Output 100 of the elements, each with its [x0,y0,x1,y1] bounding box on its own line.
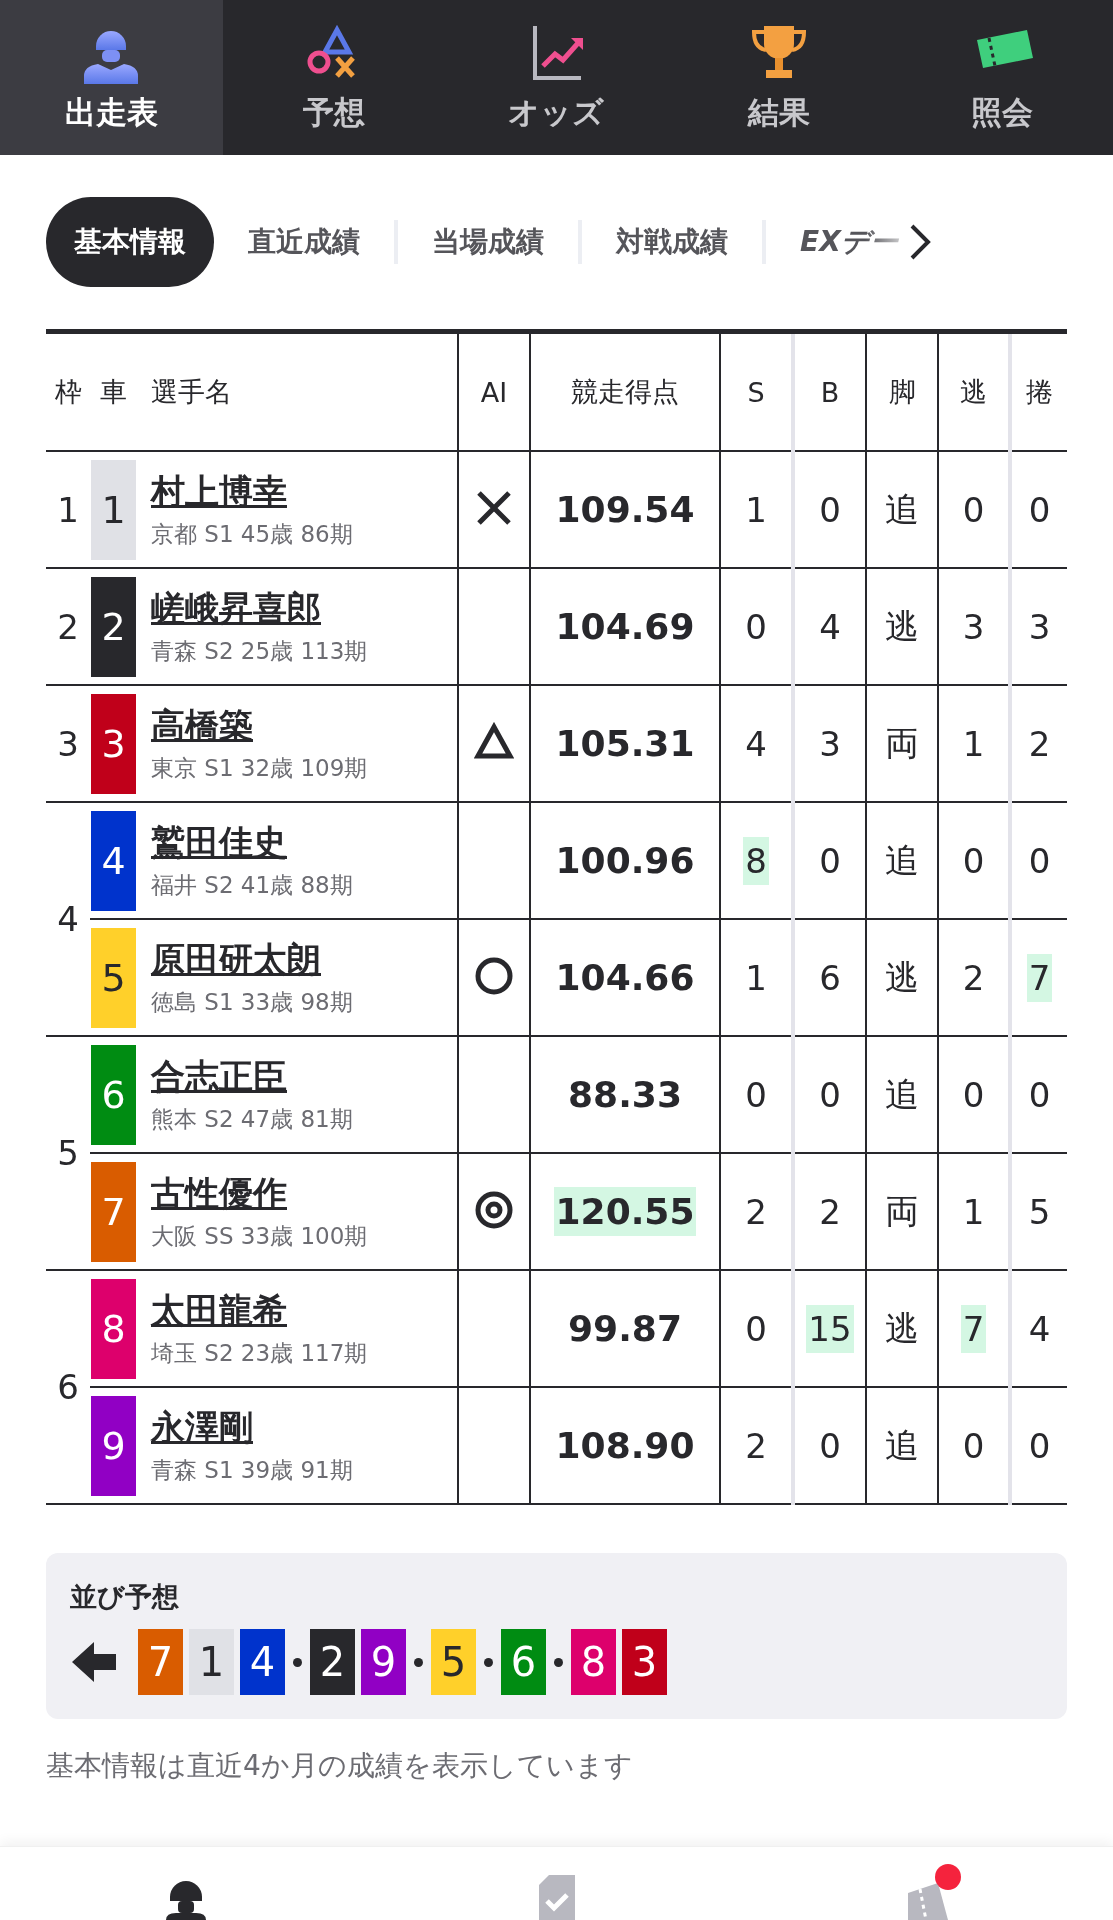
stat-value: 1 [744,956,768,1000]
double-circle-mark-icon [474,1189,514,1230]
rider-info: 京都 S1 45歳 86期 [151,520,353,549]
stat-value: 0 [744,605,768,649]
stat-value: 15 [806,1304,854,1353]
frame-number: 6 [57,1367,79,1407]
stat-value: 2 [818,1190,842,1234]
score-text: 120.55 [553,1187,697,1236]
tab[interactable]: EXデー [766,223,904,261]
stat-value: 0 [818,1073,842,1117]
car-number: 8 [91,1278,136,1379]
leg-type: 逃 [885,1307,919,1348]
stat-value: 1 [961,722,986,766]
rider-name-link[interactable]: 合志正臣 [151,1054,287,1100]
stat-value: 4 [818,605,842,649]
triangle-mark-icon [474,721,514,762]
score-text: 108.90 [554,1424,696,1468]
car-number: 9 [361,1629,406,1695]
rider-name-link[interactable]: 古性優作 [151,1171,287,1217]
rider-name-link[interactable]: 村上博幸 [151,469,287,515]
score-text: 100.96 [554,839,696,883]
car-number: 5 [431,1629,476,1695]
leg-type: 追 [885,488,919,529]
nav-tab[interactable]: 照会 [890,0,1113,155]
car-number: 2 [310,1629,355,1695]
nav-tab[interactable]: 結果 [667,0,891,155]
stat-value: 0 [818,488,842,532]
stat-value: 1 [744,488,768,532]
stat-value: 7 [1026,953,1053,1002]
stat-value: 6 [818,956,842,1000]
car-number: 9 [91,1395,136,1496]
column-header: 捲 [1010,331,1067,451]
notification-badge [933,1863,962,1891]
stat-value: 7 [960,1304,987,1353]
rider-info: 福井 S2 41歳 88期 [151,871,353,900]
score-text: 99.87 [567,1307,683,1351]
stat-value: 3 [818,722,842,766]
rider-name-link[interactable]: 永澤剛 [151,1405,253,1451]
car-number: 4 [240,1629,285,1695]
car-number: 8 [571,1629,616,1695]
car-number: 4 [91,810,136,911]
rider-name-link[interactable]: 嵯峨昇喜郎 [151,586,321,632]
stat-value: 2 [744,1190,768,1234]
stat-value: 0 [744,1073,768,1117]
nav-tab[interactable]: オッズ [445,0,668,155]
car-number: 1 [189,1629,234,1695]
stat-value: 0 [961,1424,986,1468]
rider-info: 熊本 S2 47歳 81期 [151,1105,353,1134]
column-header: 枠 [46,331,90,451]
car-number: 3 [91,693,136,794]
tab[interactable]: 直近成績 [214,223,394,261]
stat-value: 4 [744,722,768,766]
tab[interactable]: 基本情報 [46,197,214,287]
leg-type: 両 [885,722,919,763]
frame-number: 3 [57,723,79,764]
rider-name-link[interactable]: 太田龍希 [151,1288,287,1334]
stat-value: 5 [1027,1190,1052,1234]
column-header: 逃 [938,331,1010,451]
score-text: 88.33 [567,1073,683,1117]
rider-info: 青森 S2 25歳 113期 [151,637,368,666]
car-number: 2 [91,576,136,677]
stat-value: 1 [961,1190,986,1234]
separator-dot [414,1657,423,1667]
leg-type: 追 [885,839,919,880]
rider-name-link[interactable]: 高橋築 [151,703,253,749]
column-header: 脚 [866,331,938,451]
car-number: 1 [91,459,136,560]
separator-dot [484,1657,493,1667]
stat-value: 0 [1027,488,1052,532]
frame-number: 2 [57,606,79,647]
column-header: AI [458,331,530,451]
nav-tab[interactable]: 予想 [222,0,446,155]
stat-value: 3 [1027,605,1052,649]
stat-value: 0 [961,839,986,883]
separator-dot [293,1657,302,1667]
leg-type: 逃 [885,956,919,997]
stat-value: 4 [1027,1307,1052,1351]
frame-number: 1 [57,489,79,530]
stat-value: 0 [961,1073,986,1117]
score-text: 109.54 [554,488,696,532]
stat-value: 3 [961,605,986,649]
stat-value: 2 [1027,722,1052,766]
column-header: B [793,331,866,451]
rider-name-link[interactable]: 原田研太朗 [151,937,321,983]
rider-info: 大阪 SS 33歳 100期 [151,1222,368,1251]
stat-value: 2 [961,956,986,1000]
tab[interactable]: 当場成績 [398,223,578,261]
rider-name-link[interactable]: 鷲田佳史 [151,820,287,866]
score-text: 104.69 [554,605,696,649]
stat-value: 0 [744,1307,768,1351]
tab[interactable]: 対戦成績 [582,223,762,261]
arrow-left-icon [70,1640,118,1684]
rider-info: 東京 S1 32歳 109期 [151,754,368,783]
separator-dot [554,1657,563,1667]
score-text: 105.31 [554,722,696,766]
footnote: 基本情報は直近4か月の成績を表示しています [46,1748,634,1784]
frame-number: 5 [57,1133,79,1173]
score-text: 104.66 [554,956,696,1000]
nav-tab[interactable]: 出走表 [0,0,223,155]
leg-type: 追 [885,1073,919,1114]
